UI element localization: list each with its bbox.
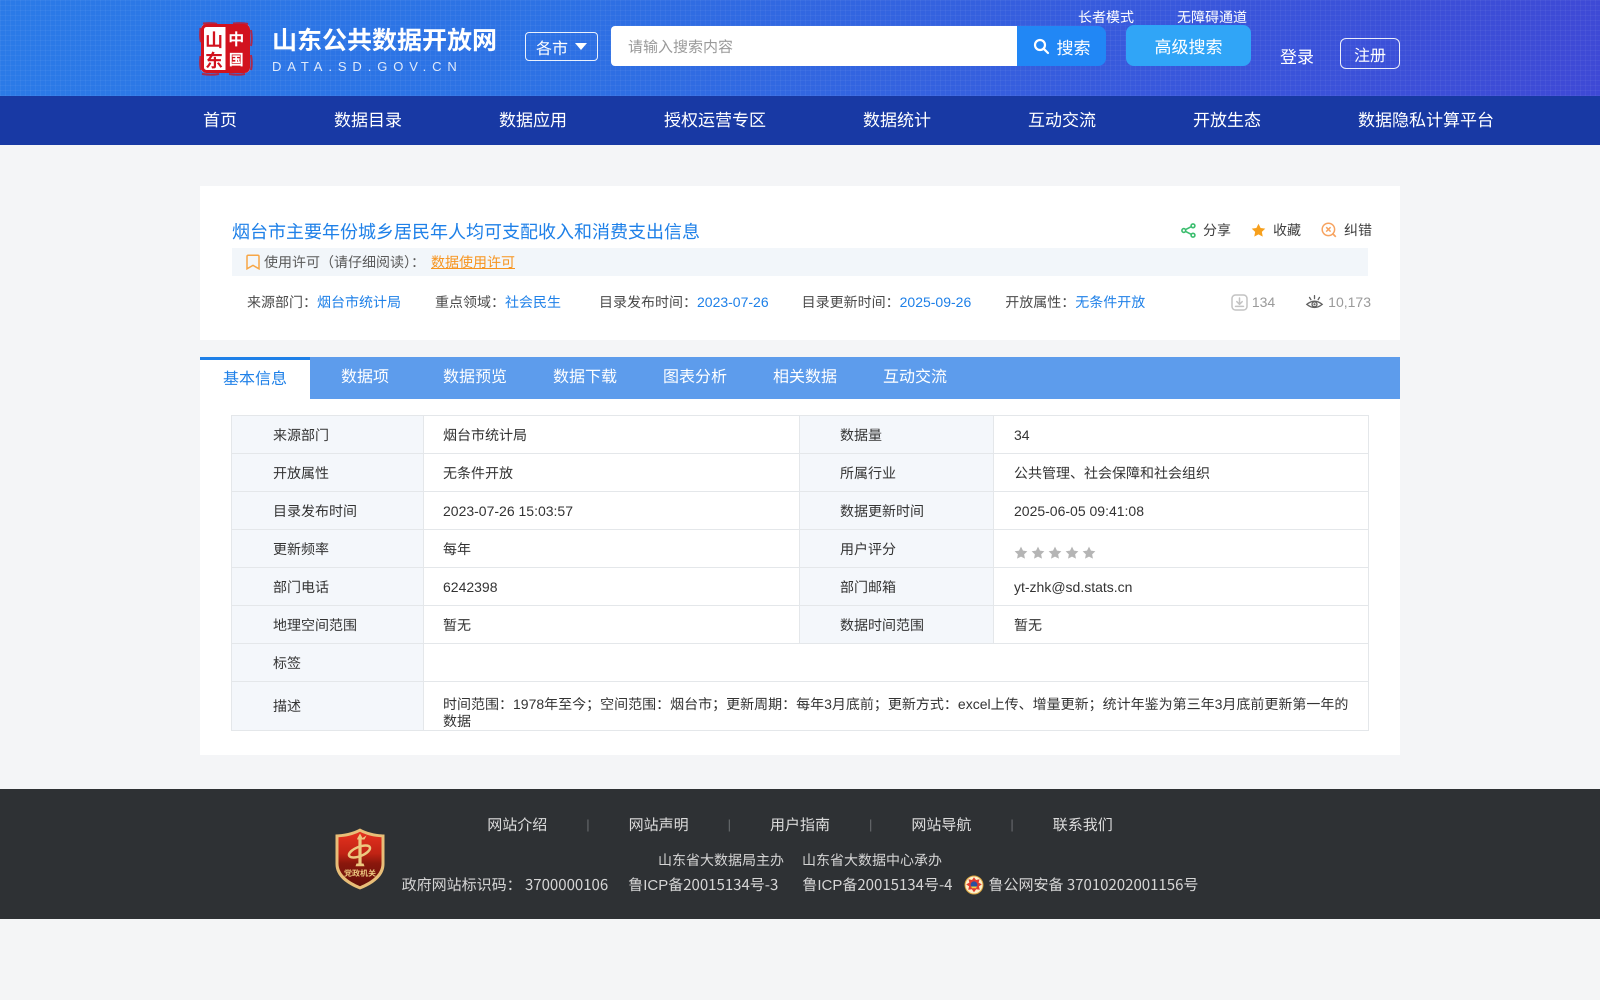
svg-text:中: 中 [228, 26, 244, 50]
svg-text:东: 东 [205, 47, 223, 73]
svg-text:国: 国 [229, 49, 244, 70]
